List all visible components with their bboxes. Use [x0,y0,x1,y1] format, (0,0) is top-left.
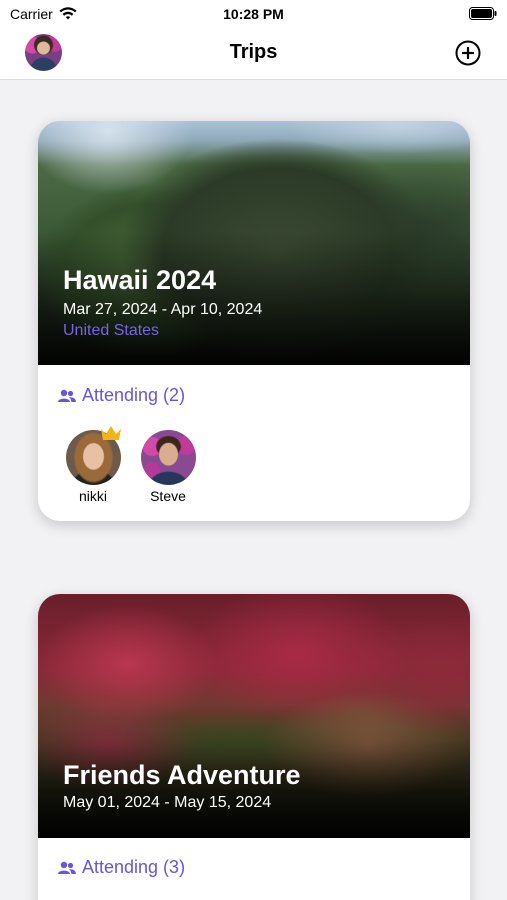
trip-card[interactable]: Hawaii 2024 Mar 27, 2024 - Apr 10, 2024 … [38,121,470,521]
crown-icon [101,426,121,440]
attending-label: Attending (3) [82,857,186,877]
page-title: Trips [229,41,278,63]
status-time: 10:28 PM [223,6,284,22]
nav-bar: Trips [0,28,507,80]
battery-icon [469,7,497,23]
attending-button[interactable]: Attending (3) [58,857,185,878]
trip-cover-image: Hawaii 2024 Mar 27, 2024 - Apr 10, 2024 … [38,121,470,365]
status-bar: Carrier 10:28 PM [0,0,507,28]
attendee-name: nikki [78,488,107,504]
trip-dates: Mar 27, 2024 - Apr 10, 2024 [63,301,263,318]
trip-title: Hawaii 2024 [63,265,217,295]
trip-cover-image: Friends Adventure May 01, 2024 - May 15,… [38,594,470,838]
trip-country: United States [63,322,160,339]
trip-title: Friends Adventure [63,760,301,790]
attendee[interactable]: nikki [58,426,128,504]
trip-card[interactable]: Friends Adventure May 01, 2024 - May 15,… [38,594,470,900]
people-icon [58,389,76,402]
trip-dates: May 01, 2024 - May 15, 2024 [63,794,272,811]
people-icon [58,861,76,874]
attending-label: Attending (2) [82,385,186,405]
attendee-name: Steve [150,488,186,504]
attending-button[interactable]: Attending (2) [58,385,185,406]
add-trip-button[interactable] [455,40,481,66]
avatar [140,430,196,485]
attendee[interactable]: Steve [133,430,203,504]
